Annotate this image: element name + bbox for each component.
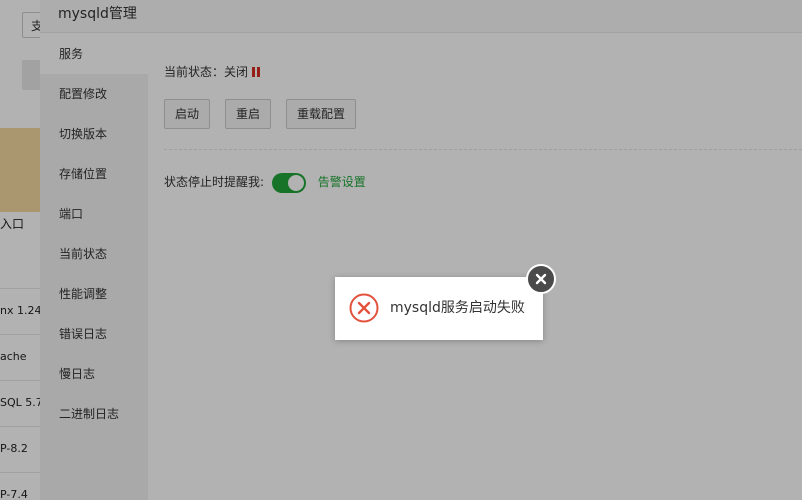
close-icon[interactable]	[526, 264, 556, 294]
error-circle-icon	[349, 293, 379, 323]
toast-message: mysqld服务启动失败	[390, 300, 525, 316]
error-toast: mysqld服务启动失败	[335, 277, 543, 340]
modal-overlay	[0, 0, 802, 500]
